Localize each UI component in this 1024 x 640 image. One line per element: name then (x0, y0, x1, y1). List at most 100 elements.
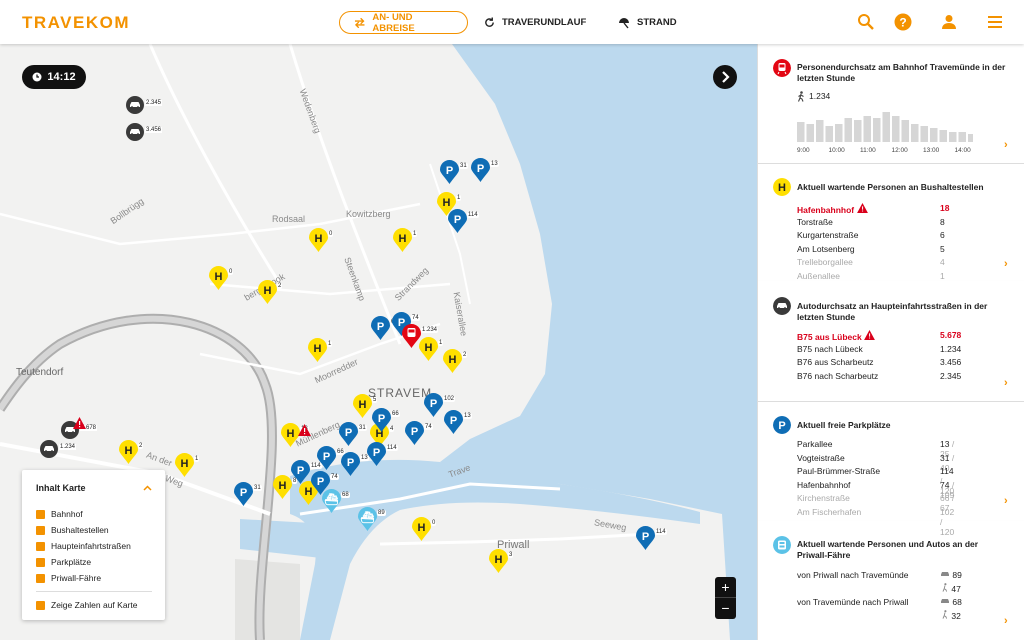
bus-stop-pin[interactable]: H5 (353, 394, 378, 419)
histogram-bar (797, 122, 805, 142)
search-icon[interactable] (856, 12, 876, 32)
expand-button[interactable] (713, 65, 737, 89)
parking-pin[interactable]: P 114 (636, 526, 667, 551)
bus-stop-pin[interactable]: H1 (419, 337, 444, 362)
bus-stop-pin[interactable]: H0 (309, 228, 334, 253)
pin-count: 74 (424, 424, 433, 430)
parking-pin[interactable]: P 102 (424, 393, 456, 418)
pin-count: 2 (138, 443, 144, 449)
parking-icon: P (339, 422, 358, 446)
histogram-bar (835, 124, 843, 142)
bus-stop-pin[interactable]: H1 (175, 453, 200, 478)
pin-count: 1 (438, 340, 444, 346)
chevron-right-icon[interactable]: › (1004, 615, 1008, 627)
checkbox-show-numbers[interactable] (36, 601, 45, 610)
user-icon[interactable] (939, 12, 959, 32)
tab-label: AN- UND ABREISE (372, 11, 415, 34)
tab-strand[interactable]: STRAND (618, 11, 677, 34)
row-name: Kirchenstraße (797, 493, 850, 503)
checkbox-parkplaetze[interactable] (36, 558, 45, 567)
card-car[interactable]: Autodurchsatz an Haupteinfahrtsstraßen i… (758, 282, 1024, 402)
parking-pin[interactable]: P 114 (448, 209, 479, 234)
svg-text:H: H (279, 480, 287, 492)
checkbox-bushaltestellen[interactable] (36, 526, 45, 535)
chevron-right-icon[interactable]: › (1004, 258, 1008, 270)
svg-text:⛴: ⛴ (325, 493, 339, 506)
parking-pin[interactable]: P 31 (234, 482, 262, 507)
tab-an-und-abreise[interactable]: AN- UND ABREISE (339, 11, 468, 34)
warning-icon (854, 203, 868, 215)
tab-traverundlauf[interactable]: TRAVERUNDLAUF (484, 11, 586, 34)
ferry-pin[interactable]: ⛴ 89 (358, 507, 386, 532)
row-value: 5 (940, 243, 945, 254)
card-parking[interactable]: P Aktuell freie Parkplätze › Parkallee 13… (758, 403, 1024, 537)
svg-text:H: H (215, 271, 223, 283)
checkbox-priwall-faehre[interactable] (36, 574, 45, 583)
pin-count: 1 (412, 231, 418, 237)
svg-text:H: H (287, 428, 295, 440)
card-ferry[interactable]: Aktuell wartende Personen und Autos an d… (758, 522, 1024, 640)
data-row: Trelleborgallee 4 (797, 257, 957, 269)
parking-pin[interactable]: P 31 (339, 422, 367, 447)
chevron-right-icon[interactable]: › (1004, 495, 1008, 507)
map-label: Teutendorf (16, 367, 64, 378)
car-marker[interactable]: 1.234 (40, 440, 77, 458)
parking-icon: P (636, 526, 655, 550)
bus-stop-pin[interactable]: H0 (412, 517, 437, 542)
pin-count: 13 (360, 455, 369, 461)
parking-icon: P (371, 316, 390, 340)
parking-pin[interactable]: P 13 (341, 452, 369, 477)
zoom-out-button[interactable]: − (715, 598, 736, 619)
bus-stop-pin[interactable]: H1 (308, 338, 333, 363)
svg-text:P: P (323, 451, 330, 463)
card-train[interactable]: Personendurchsatz am Bahnhof Travemünde … (758, 44, 1024, 164)
bus-stop-pin[interactable]: H2 (119, 440, 144, 465)
parking-pin[interactable]: P 114 (367, 442, 398, 467)
bus-stop-pin[interactable]: H3 (489, 549, 514, 574)
parking-pin[interactable]: P 13 (444, 410, 472, 435)
card-bus[interactable]: H Aktuell wartende Personen an Bushaltes… (758, 165, 1024, 281)
pin-count: 2 (277, 283, 283, 289)
parking-pin[interactable]: P66 (371, 316, 399, 341)
bus-stop-pin[interactable]: H8 (273, 475, 298, 500)
car-marker[interactable]: 2.345 (126, 96, 163, 114)
chevron-right-icon[interactable]: › (1004, 139, 1008, 151)
logo[interactable]: TRAVEKOM (22, 13, 130, 33)
svg-text:P: P (454, 214, 461, 226)
time-chip[interactable]: 14:12 (22, 65, 86, 89)
parking-pin[interactable]: P 13 (471, 158, 499, 183)
pin-count: 31 (459, 163, 468, 169)
zoom-in-button[interactable]: + (715, 577, 736, 598)
data-row: Am Fischerhafen 102 / 120 (797, 507, 957, 537)
parking-pin[interactable]: P66 (372, 408, 400, 433)
bus-stop-pin[interactable]: H1 (393, 228, 418, 253)
bus-stop-pin[interactable]: H2 (443, 349, 468, 374)
ferry-pin[interactable]: ⛴ 68 (322, 489, 350, 514)
parking-pin[interactable]: P 114 (291, 460, 322, 485)
train-station-pin[interactable]: 1.234 (402, 324, 439, 349)
parking-pin[interactable]: P 31 (440, 160, 468, 185)
checkbox-bahnhof[interactable] (36, 510, 45, 519)
parking-icon: P (424, 393, 443, 417)
checkbox-haupteinfahrtstrassen[interactable] (36, 542, 45, 551)
chevron-up-icon[interactable] (143, 485, 152, 491)
pin-count: 0 (431, 520, 437, 526)
bus-stop-pin[interactable]: H2 (258, 280, 283, 305)
pin-count: 74 (411, 315, 420, 321)
ferry-icon (773, 536, 791, 554)
parking-pin[interactable]: P 74 (405, 421, 433, 446)
map[interactable]: Teutendorf STRAVEM Priwall Bollbrügg Rod… (0, 44, 757, 640)
help-icon[interactable]: ? (893, 12, 913, 32)
menu-icon[interactable] (985, 12, 1005, 32)
svg-text:H: H (418, 522, 426, 534)
chevron-right-icon[interactable]: › (1004, 377, 1008, 389)
bus-stop-icon: H (209, 266, 228, 290)
bus-stop-pin[interactable]: H0 (209, 266, 234, 291)
walker-icon (942, 610, 948, 619)
svg-text:P: P (411, 426, 418, 438)
car-marker[interactable]: 3.456 (126, 123, 163, 141)
svg-text:H: H (359, 399, 367, 411)
svg-text:H: H (264, 285, 272, 297)
warning-icon (298, 423, 311, 441)
parking-icon: P (471, 158, 490, 182)
